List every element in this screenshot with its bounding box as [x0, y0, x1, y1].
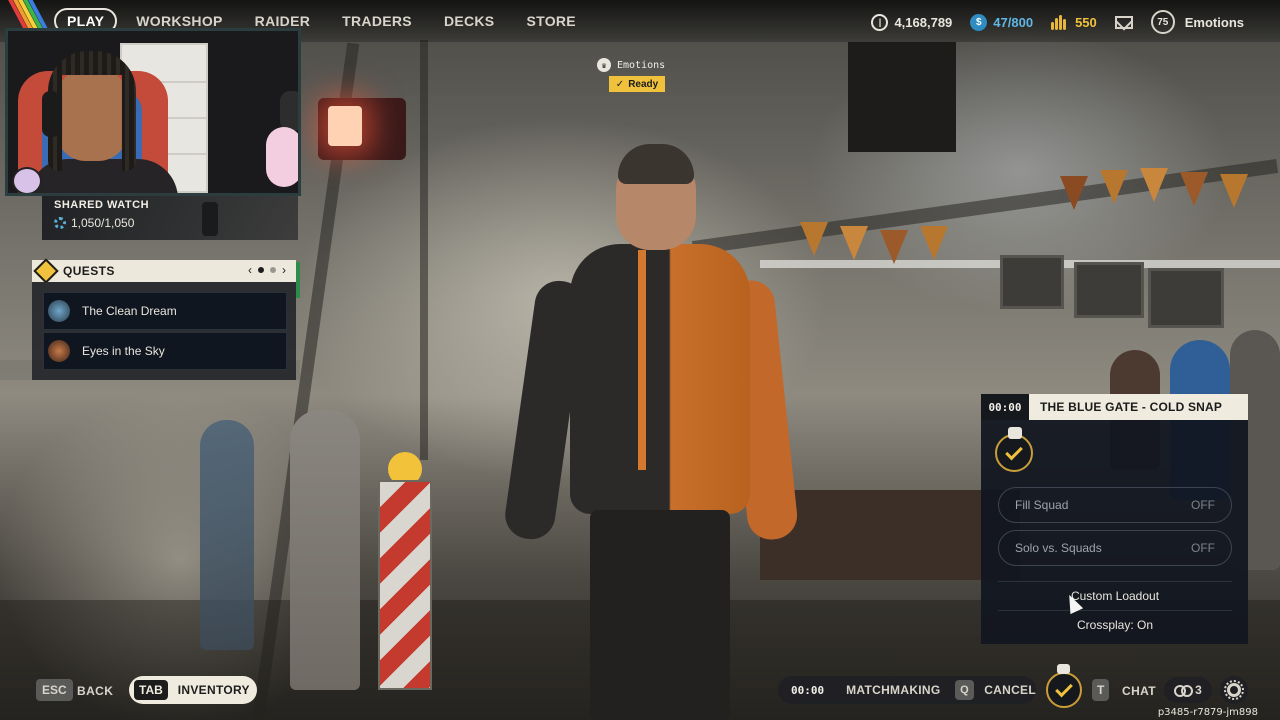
ready-check-icon [1005, 442, 1023, 460]
quest-label: The Clean Dream [82, 304, 177, 318]
quests-side-tab [296, 262, 300, 298]
matchmaking-header: 00:00 THE BLUE GATE - COLD SNAP [981, 394, 1248, 420]
gold-display: 550 [1051, 14, 1097, 30]
chevron-left-icon[interactable]: ‹ [248, 263, 252, 277]
squad-button[interactable]: 3 [1164, 677, 1212, 703]
player-avatar[interactable] [1046, 672, 1082, 708]
solo-vs-squads-label: Solo vs. Squads [1015, 541, 1102, 555]
coins-display: | 4,168,789 [871, 13, 953, 31]
nav-tab-traders[interactable]: TRADERS [329, 8, 425, 34]
gold-value: 550 [1075, 14, 1097, 30]
profile-button[interactable]: 75 Emotions [1150, 10, 1244, 34]
mail-icon[interactable] [1114, 15, 1133, 29]
streamer-webcam [5, 28, 301, 196]
crt-monitor [1074, 262, 1144, 318]
crown-icon [1008, 427, 1022, 439]
quest-item-eyes-in-the-sky[interactable]: Eyes in the Sky [43, 332, 287, 370]
tab-key-hint: TAB [134, 680, 168, 700]
matchmaking-timer: 00:00 [981, 394, 1029, 420]
settings-button[interactable] [1220, 676, 1248, 704]
stream-rainbow-logo [0, 0, 49, 32]
stream-mascot-icon [12, 167, 42, 193]
quests-title: QUESTS [63, 264, 115, 278]
shared-watch-title: SHARED WATCH [54, 199, 150, 211]
back-button[interactable]: BACK [77, 684, 113, 698]
matchmaking-label: MATCHMAKING [846, 683, 941, 697]
solo-vs-squads-state: OFF [1191, 541, 1215, 555]
figure-icon [202, 202, 218, 236]
cog-icon [54, 217, 66, 229]
quest-item-clean-dream[interactable]: The Clean Dream [43, 292, 287, 330]
warning-lamp [318, 98, 406, 160]
quest-giver-icon [48, 340, 70, 362]
q-key-hint: Q [954, 680, 975, 700]
matchmaking-elapsed: 00:00 [791, 683, 825, 697]
matchmaking-status-bar: 00:00 MATCHMAKING Q CANCEL [778, 676, 1036, 704]
cancel-matchmaking-button[interactable]: CANCEL [984, 683, 1036, 697]
matchmaking-panel: 00:00 THE BLUE GATE - COLD SNAP Fill Squ… [981, 394, 1248, 644]
gear-icon [1224, 680, 1244, 700]
chat-button[interactable]: CHAT [1122, 684, 1156, 698]
crossplay-setting[interactable]: Crossplay: On [998, 618, 1232, 632]
striped-barrier [378, 480, 432, 690]
crt-monitor [1000, 255, 1064, 309]
level-badge: 75 [1150, 10, 1175, 34]
ready-badge: ✓ Ready [609, 76, 665, 92]
custom-loadout-button[interactable]: Custom Loadout [998, 589, 1232, 603]
crown-icon [1057, 664, 1070, 674]
fill-squad-state: OFF [1191, 498, 1215, 512]
gold-bars-icon [1051, 14, 1069, 30]
quest-label: Eyes in the Sky [82, 344, 165, 358]
nav-tab-store[interactable]: STORE [513, 8, 588, 34]
solo-vs-squads-toggle[interactable]: Solo vs. Squads OFF [998, 530, 1232, 566]
background-npc [290, 410, 360, 690]
currency-bar: | 4,168,789 $ 47/800 550 75 Emotions [871, 10, 1244, 34]
player-name: Emotions [617, 59, 666, 71]
divider [998, 610, 1232, 611]
chevron-right-icon[interactable]: › [282, 263, 286, 277]
quests-panel: QUESTS ‹ › The Clean Dream Eyes in the S… [32, 258, 296, 380]
tokens-display: $ 47/800 [970, 13, 1034, 31]
esc-key-hint: ESC [36, 679, 73, 701]
ready-check-icon [1055, 679, 1073, 697]
fill-squad-label: Fill Squad [1015, 498, 1069, 512]
squad-member-avatar[interactable] [995, 434, 1033, 472]
shared-watch-value: 1,050/1,050 [54, 216, 134, 230]
token-icon: $ [970, 13, 988, 31]
squad-count: 3 [1195, 683, 1202, 697]
shared-watch-panel: SHARED WATCH 1,050/1,050 [42, 196, 298, 240]
inventory-button[interactable]: TAB INVENTORY [129, 676, 257, 704]
map-name: THE BLUE GATE - COLD SNAP [1040, 400, 1223, 414]
fill-squad-toggle[interactable]: Fill Squad OFF [998, 487, 1232, 523]
crt-monitor [1148, 268, 1224, 328]
shared-watch-progress: 1,050/1,050 [71, 216, 135, 230]
page-dot [270, 267, 276, 273]
player-ready-tag: ♛ Emotions ✓ Ready [597, 58, 665, 92]
page-dot-active [258, 267, 264, 273]
coin-icon: | [871, 13, 889, 31]
check-icon: ✓ [615, 78, 625, 90]
quest-diamond-icon [33, 258, 59, 284]
t-key-hint: T [1092, 679, 1110, 701]
inventory-label: INVENTORY [177, 683, 250, 697]
nav-tab-decks[interactable]: DECKS [431, 8, 508, 34]
profile-name: Emotions [1184, 14, 1244, 30]
arrow-sign-board [848, 42, 956, 152]
build-id: p3485-r7879-jm898 [1157, 707, 1258, 718]
coins-value: 4,168,789 [894, 14, 953, 30]
quests-header: QUESTS ‹ › [32, 258, 296, 284]
tokens-value: 47/800 [993, 14, 1034, 30]
player-character [502, 144, 800, 720]
quest-giver-icon [48, 300, 70, 322]
crown-icon: ♛ [597, 58, 611, 72]
background-npc [200, 420, 254, 650]
divider [998, 581, 1232, 582]
quest-pager: ‹ › [248, 263, 286, 277]
people-icon [1174, 685, 1194, 697]
